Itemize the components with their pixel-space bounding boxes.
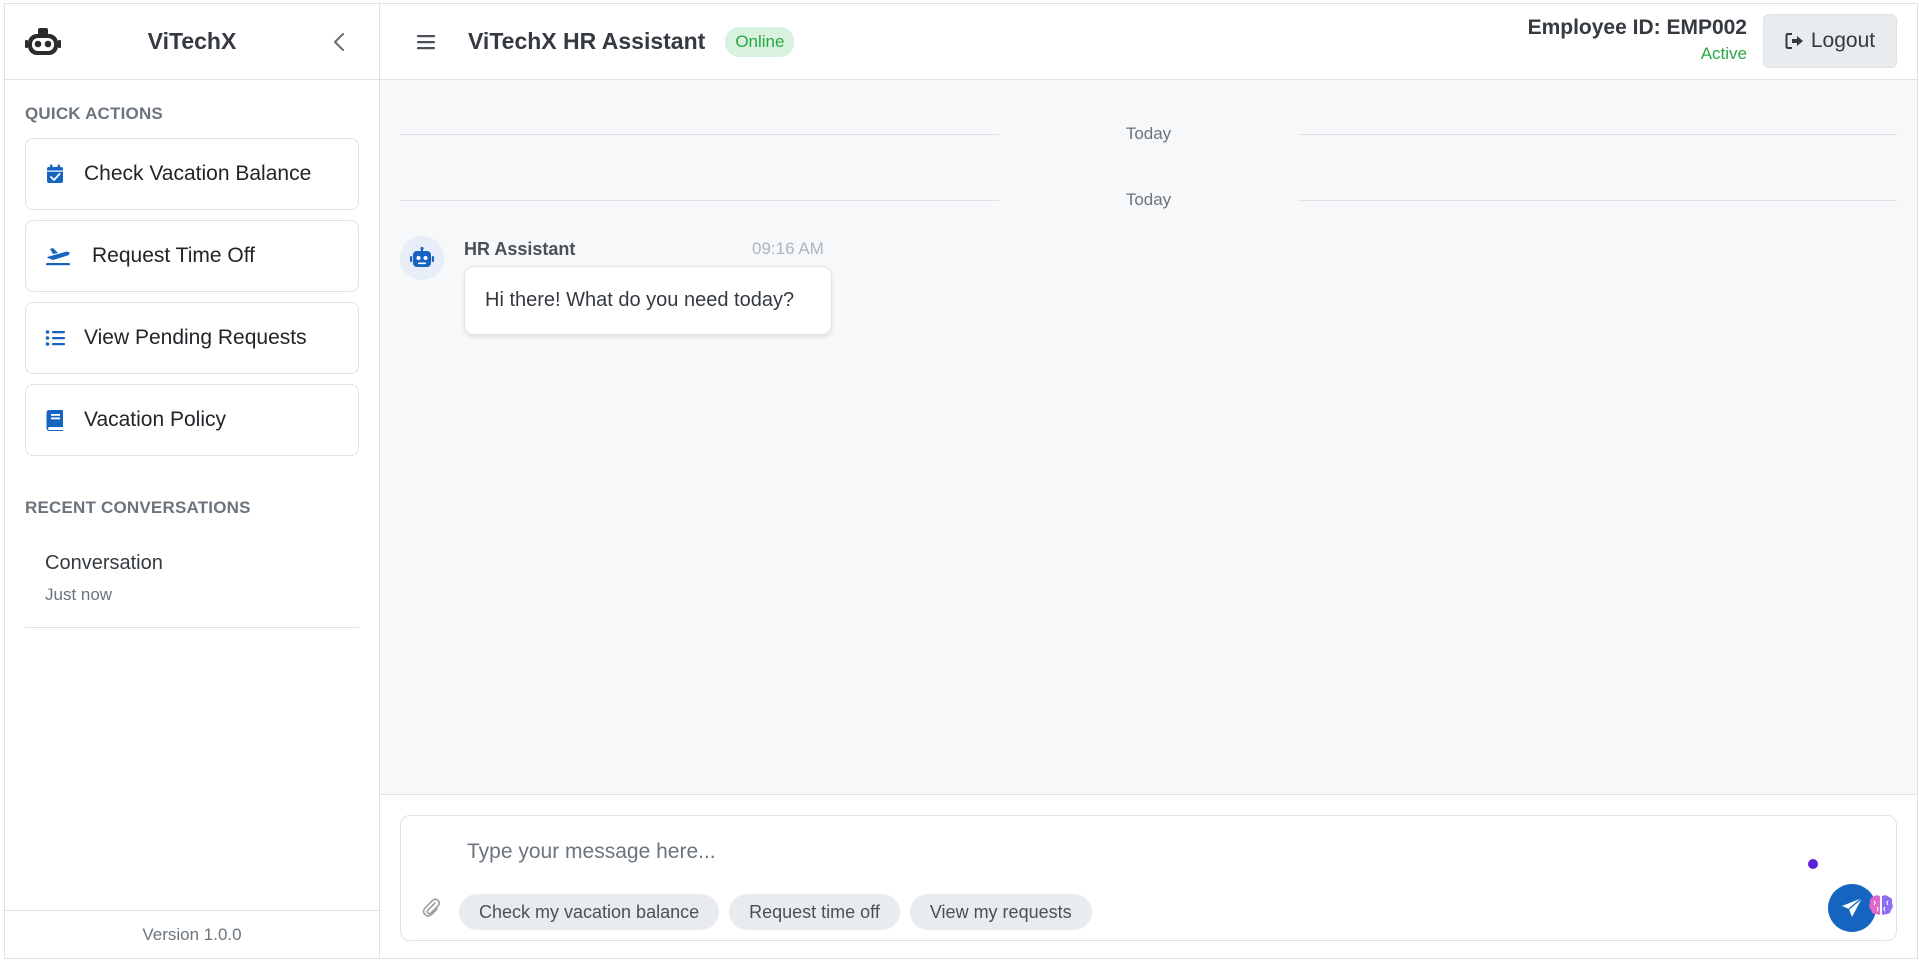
bot-avatar <box>400 236 444 280</box>
robot-icon <box>410 247 434 267</box>
sign-out-icon <box>1785 33 1803 49</box>
vacation-policy-button[interactable]: Vacation Policy <box>25 384 359 456</box>
message-composer: Check my vacation balance Request time o… <box>400 815 1897 941</box>
request-time-off-button[interactable]: Request Time Off <box>25 220 359 292</box>
logout-label: Logout <box>1810 29 1876 52</box>
top-bar: ViTechX HR Assistant Online Employee ID:… <box>380 4 1917 80</box>
version-label: Version 1.0.0 <box>5 910 379 958</box>
message-sender: HR Assistant <box>464 239 576 259</box>
plane-icon <box>44 245 72 267</box>
employee-info: Employee ID: EMP002 Active <box>1528 16 1747 64</box>
employee-status: Active <box>1700 44 1747 63</box>
conversation-title: Conversation <box>45 552 163 574</box>
suggestion-chips: Check my vacation balance Request time o… <box>459 894 1092 930</box>
conversation-item[interactable]: Conversation Just now <box>25 532 359 628</box>
chevron-left-icon <box>333 32 345 52</box>
paper-plane-icon <box>1842 897 1863 917</box>
quick-action-label: Check Vacation Balance <box>84 162 312 185</box>
book-icon <box>44 409 66 431</box>
suggestion-chip[interactable]: Check my vacation balance <box>459 894 720 930</box>
sidebar: ViTechX QUICK ACTIONS Check Vacation Bal… <box>5 4 380 958</box>
date-divider: Today <box>400 122 1897 146</box>
recent-conversations-title: RECENT CONVERSATIONS <box>25 498 251 517</box>
status-dot <box>1808 859 1818 869</box>
conversation-time: Just now <box>45 585 113 604</box>
quick-action-label: View Pending Requests <box>84 326 307 349</box>
main-panel: ViTechX HR Assistant Online Employee ID:… <box>380 4 1917 958</box>
app-window: ViTechX QUICK ACTIONS Check Vacation Bal… <box>4 3 1918 959</box>
brain-icon[interactable] <box>1866 890 1896 920</box>
menu-toggle-button[interactable] <box>414 30 438 54</box>
collapse-sidebar-button[interactable] <box>327 30 351 54</box>
paperclip-icon <box>422 898 440 917</box>
date-divider: Today <box>400 188 1897 212</box>
calendar-check-icon <box>44 163 66 185</box>
suggestion-chip[interactable]: Request time off <box>729 894 900 930</box>
status-badge: Online <box>725 26 795 57</box>
suggestion-chip[interactable]: View my requests <box>909 894 1092 930</box>
hamburger-icon <box>417 34 435 49</box>
employee-id: Employee ID: EMP002 <box>1527 16 1747 39</box>
composer-area: Check my vacation balance Request time o… <box>380 794 1917 958</box>
chat-area: Today Today HR Assistant 09:16 AM Hi the… <box>380 80 1917 794</box>
message-input[interactable] <box>467 836 1767 868</box>
page-title: ViTechX HR Assistant <box>468 28 706 54</box>
attach-button[interactable] <box>419 895 443 919</box>
quick-actions-title: QUICK ACTIONS <box>25 104 163 123</box>
sidebar-header: ViTechX <box>5 4 379 80</box>
robot-logo-icon <box>23 22 63 62</box>
message-bubble: Hi there! What do you need today? <box>464 266 832 335</box>
quick-action-label: Request Time Off <box>92 244 256 267</box>
sidebar-body: QUICK ACTIONS Check Vacation Balance Req… <box>5 80 379 910</box>
check-vacation-balance-button[interactable]: Check Vacation Balance <box>25 138 359 210</box>
view-pending-requests-button[interactable]: View Pending Requests <box>25 302 359 374</box>
list-icon <box>44 327 66 349</box>
message-timestamp: 09:16 AM <box>752 239 824 258</box>
quick-action-label: Vacation Policy <box>84 408 227 431</box>
logout-button[interactable]: Logout <box>1763 14 1897 68</box>
